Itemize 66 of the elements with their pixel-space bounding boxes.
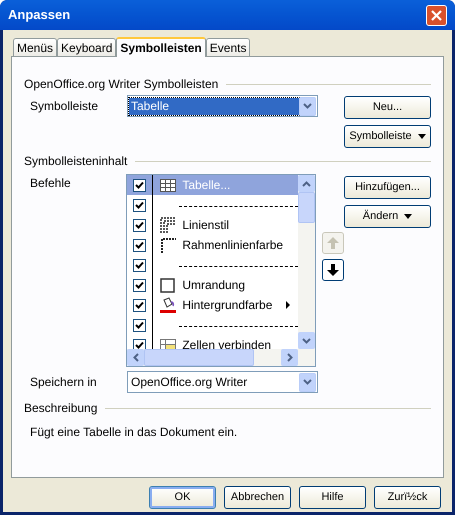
- tab[interactable]: Menüs: [13, 38, 58, 56]
- select-value: Tabelle: [129, 98, 299, 114]
- arrow-up-icon: [326, 236, 340, 250]
- chevron-down-icon: [303, 103, 312, 109]
- checkbox[interactable]: [133, 198, 146, 212]
- merge-cells-icon: [160, 338, 176, 349]
- command-row[interactable]: Hintergrundfarbe: [127, 295, 298, 315]
- arrow-down-icon: [326, 263, 340, 277]
- corner-border-icon: [160, 237, 176, 253]
- close-button[interactable]: [426, 4, 447, 26]
- checkbox[interactable]: [133, 338, 146, 349]
- field-label: Speichern in: [29, 374, 98, 391]
- table-icon: [160, 178, 176, 192]
- dialog-button[interactable]: OK: [149, 486, 216, 509]
- dropdown-button[interactable]: [299, 96, 316, 116]
- tab[interactable]: Keyboard: [57, 38, 116, 56]
- move-down-button[interactable]: [322, 259, 344, 281]
- command-label: Hintergrundfarbe: [182, 297, 272, 314]
- command-label: Rahmenlinienfarbe: [182, 237, 284, 254]
- toolbar-button[interactable]: Symbolleiste: [344, 125, 431, 148]
- command-row[interactable]: Rahmenlinienfarbe: [127, 235, 298, 255]
- horizontal-scrollbar[interactable]: [127, 349, 315, 366]
- checkbox[interactable]: [133, 178, 146, 192]
- command-button[interactable]: Hinzufügen...: [344, 176, 431, 199]
- scroll-thumb[interactable]: [298, 192, 315, 223]
- line-style-icon: [160, 217, 176, 233]
- window-title: Anpassen: [8, 6, 70, 24]
- group-heading: Symbolleisteninhalt: [24, 153, 128, 170]
- command-row[interactable]: Linienstil: [127, 215, 298, 235]
- command-button[interactable]: Ändern: [344, 205, 431, 228]
- command-label: Umrandung: [182, 277, 246, 294]
- chevron-down-icon: [302, 338, 311, 344]
- dropdown-button[interactable]: [299, 372, 316, 392]
- close-icon: [431, 10, 442, 20]
- field-label: Befehle: [29, 175, 72, 192]
- field-label: Symbolleiste: [29, 98, 100, 115]
- save-location-select[interactable]: OpenOffice.org Writer: [127, 371, 318, 393]
- command-row[interactable]: Umrandung: [127, 275, 298, 295]
- checkbox[interactable]: [133, 298, 146, 312]
- group-heading: OpenOffice.org Writer Symbolleisten: [24, 76, 218, 93]
- checkbox[interactable]: [133, 258, 146, 272]
- select-value: OpenOffice.org Writer: [130, 374, 248, 391]
- dialog-button[interactable]: Abbrechen: [224, 486, 291, 509]
- checkbox[interactable]: [133, 238, 146, 252]
- chevron-left-icon: [132, 353, 139, 362]
- command-label: Linienstil: [182, 217, 230, 234]
- scroll-thumb[interactable]: [144, 349, 254, 366]
- toolbar-button[interactable]: Neu...: [344, 96, 431, 119]
- checkbox[interactable]: [133, 278, 146, 292]
- command-label: Zellen verbinden: [182, 337, 272, 349]
- chevron-up-icon: [302, 180, 311, 186]
- dialog-button[interactable]: Hilfe: [299, 486, 366, 509]
- checkbox[interactable]: [133, 318, 146, 332]
- tab[interactable]: Events: [206, 38, 250, 56]
- description-text: Fügt eine Tabelle in das Dokument ein.: [29, 424, 238, 441]
- dialog-button[interactable]: Zurï½ck: [374, 486, 441, 509]
- group-heading: Beschreibung: [24, 400, 98, 417]
- paint-bucket-icon: [160, 297, 176, 313]
- chevron-down-icon: [303, 379, 312, 385]
- square-border-icon: [160, 278, 176, 292]
- vertical-scrollbar[interactable]: [298, 175, 315, 349]
- tab[interactable]: Symbolleisten: [116, 37, 206, 57]
- chevron-right-icon: [286, 353, 292, 362]
- checkbox[interactable]: [133, 218, 146, 232]
- toolbar-select[interactable]: Tabelle: [127, 95, 318, 117]
- command-label: Tabelle...: [182, 177, 230, 194]
